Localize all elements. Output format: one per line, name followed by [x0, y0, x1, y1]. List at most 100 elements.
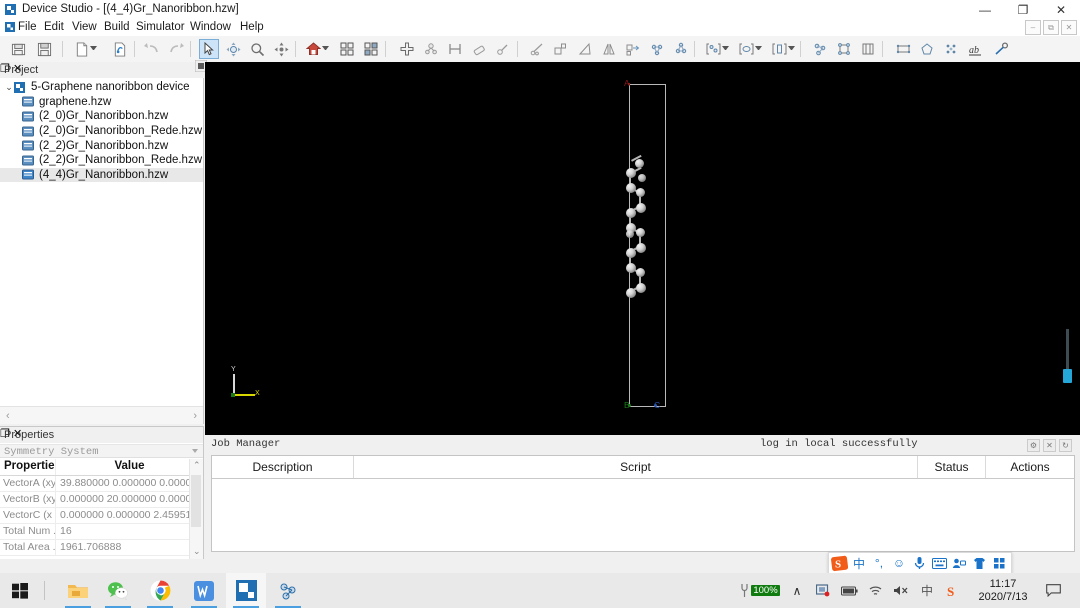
tree-root-node[interactable]: ⌄ 5-Graphene nanoribbon device — [0, 80, 203, 95]
tree-item-graphene[interactable]: graphene.hzw — [0, 95, 203, 110]
3d-viewport[interactable]: A B C Y X — [205, 62, 1080, 435]
project-horizontal-scrollbar[interactable]: ‹ › — [0, 406, 203, 424]
scroll-down-icon[interactable]: ⌄ — [193, 546, 201, 557]
job-settings-icon[interactable]: ⚙ — [1027, 439, 1040, 452]
redo-icon[interactable] — [166, 39, 186, 59]
taskbar-chrome[interactable] — [140, 573, 180, 608]
atom[interactable] — [638, 174, 646, 182]
mirror-icon[interactable] — [599, 39, 619, 59]
atom[interactable] — [626, 263, 636, 273]
add-fragment-icon[interactable] — [421, 39, 441, 59]
scroll-left-icon[interactable]: ‹ — [6, 410, 10, 422]
scroll-right-icon[interactable]: › — [193, 410, 197, 422]
translate-icon[interactable] — [623, 39, 643, 59]
tree-item-2-2-gr-nanoribbon-rede[interactable]: (2_2)Gr_Nanoribbon_Rede.hzw — [0, 153, 203, 168]
home-view-icon[interactable] — [303, 39, 323, 59]
atom[interactable] — [626, 168, 636, 178]
col-script[interactable]: Script — [354, 456, 918, 478]
taskbar-device-studio[interactable] — [226, 573, 266, 608]
erase-icon[interactable] — [469, 39, 489, 59]
cluster-builder-chevron-down-icon[interactable] — [722, 46, 729, 53]
job-refresh-icon[interactable]: ↻ — [1059, 439, 1072, 452]
show-desktop-button[interactable] — [1066, 573, 1080, 608]
mdi-restore-button[interactable]: – — [1025, 20, 1041, 35]
new-document-dropdown-chevron-down-icon[interactable] — [90, 46, 97, 53]
depth-slider[interactable] — [1063, 329, 1072, 385]
device-icon[interactable] — [858, 39, 878, 59]
sogou-tray-icon[interactable]: S — [940, 573, 966, 608]
table-row[interactable]: Total Num ... 16 — [0, 524, 203, 540]
notification-icon[interactable] — [1040, 573, 1066, 608]
battery-percentage-badge[interactable]: 100% — [734, 573, 784, 608]
user-icon[interactable] — [949, 553, 969, 573]
angle-tool-icon[interactable] — [575, 39, 595, 59]
scrollbar-thumb[interactable] — [191, 475, 201, 527]
pan-tool-icon[interactable] — [271, 39, 291, 59]
atom[interactable] — [626, 208, 636, 218]
menu-view[interactable]: View — [68, 21, 101, 34]
molecule-icon[interactable] — [810, 39, 830, 59]
tree-item-2-0-gr-nanoribbon[interactable]: (2_0)Gr_Nanoribbon.hzw — [0, 109, 203, 124]
scroll-up-icon[interactable]: ⌃ — [193, 460, 201, 471]
table-row[interactable]: Total Area ... 1961.706888 — [0, 540, 203, 556]
tree-item-2-0-gr-nanoribbon-rede[interactable]: (2_0)Gr_Nanoribbon_Rede.hzw — [0, 124, 203, 139]
properties-vertical-scrollbar[interactable]: ⌃ ⌄ — [189, 459, 203, 559]
expand-chevron-down-icon[interactable]: ⌄ — [4, 82, 14, 93]
select-tool-icon[interactable] — [199, 39, 219, 59]
atom[interactable] — [636, 203, 646, 213]
atom[interactable] — [636, 268, 645, 277]
label-atoms-icon[interactable]: ab — [965, 39, 985, 59]
undo-icon[interactable] — [142, 39, 162, 59]
rotate-group-a-icon[interactable] — [647, 39, 667, 59]
taskbar-file-explorer[interactable] — [58, 573, 98, 608]
cut-bond-icon[interactable] — [527, 39, 547, 59]
menu-file[interactable]: File — [14, 21, 41, 34]
rotate-group-b-icon[interactable] — [671, 39, 691, 59]
pick-tool-icon[interactable] — [991, 39, 1011, 59]
supercell-icon[interactable] — [551, 39, 571, 59]
battery-icon[interactable] — [836, 573, 862, 608]
cluster-builder-icon[interactable] — [703, 39, 723, 59]
minimize-button[interactable]: — — [966, 0, 1004, 19]
mdi-close-button[interactable]: ✕ — [1061, 20, 1077, 35]
surface-builder-icon[interactable] — [736, 39, 756, 59]
col-description[interactable]: Description — [212, 456, 354, 478]
atom[interactable] — [626, 288, 636, 298]
symmetry-icon[interactable] — [941, 39, 961, 59]
table-row[interactable]: VectorA (xyz) 39.880000 0.000000 0.00000… — [0, 476, 203, 492]
punctuation-mode-icon[interactable]: °, — [869, 553, 889, 573]
taskbar-wps[interactable] — [184, 573, 224, 608]
depth-slider-thumb[interactable] — [1063, 369, 1072, 383]
close-button[interactable]: ✕ — [1042, 0, 1080, 19]
atom[interactable] — [626, 248, 636, 258]
volume-muted-icon[interactable] — [888, 573, 914, 608]
lattice-icon[interactable] — [893, 39, 913, 59]
rotate-tool-icon[interactable] — [223, 39, 243, 59]
new-document-icon[interactable] — [72, 39, 92, 59]
menu-simulator[interactable]: Simulator — [132, 21, 189, 34]
home-view-dropdown-chevron-down-icon[interactable] — [322, 46, 329, 53]
surface-builder-chevron-down-icon[interactable] — [755, 46, 762, 53]
wifi-icon[interactable] — [862, 573, 888, 608]
tree-item-2-2-gr-nanoribbon[interactable]: (2_2)Gr_Nanoribbon.hzw — [0, 138, 203, 153]
add-atom-icon[interactable] — [397, 39, 417, 59]
symmetry-system-select[interactable]: Symmetry System — [0, 444, 203, 458]
atom[interactable] — [636, 283, 646, 293]
atom[interactable] — [626, 183, 636, 193]
col-actions[interactable]: Actions — [986, 456, 1074, 478]
chevron-down-icon[interactable] — [192, 449, 198, 453]
atom[interactable] — [626, 230, 634, 238]
show-hidden-icons-chevron-up-icon[interactable]: ∧ — [784, 573, 810, 608]
screenshot-icon[interactable] — [810, 573, 836, 608]
polyhedra-icon[interactable] — [917, 39, 937, 59]
nanotube-builder-chevron-down-icon[interactable] — [788, 46, 795, 53]
menu-help[interactable]: Help — [236, 21, 268, 34]
zoom-tool-icon[interactable] — [247, 39, 267, 59]
atom[interactable] — [636, 243, 646, 253]
tree-item-4-4-gr-nanoribbon[interactable]: (4_4)Gr_Nanoribbon.hzw — [0, 167, 203, 183]
save-file-icon[interactable] — [34, 39, 54, 59]
chinese-mode-icon[interactable]: 中 — [849, 553, 869, 573]
open-file-icon[interactable] — [8, 39, 28, 59]
table-row[interactable]: VectorB (xyz) 0.000000 20.000000 0.00000… — [0, 492, 203, 508]
skin-icon[interactable] — [969, 553, 989, 573]
